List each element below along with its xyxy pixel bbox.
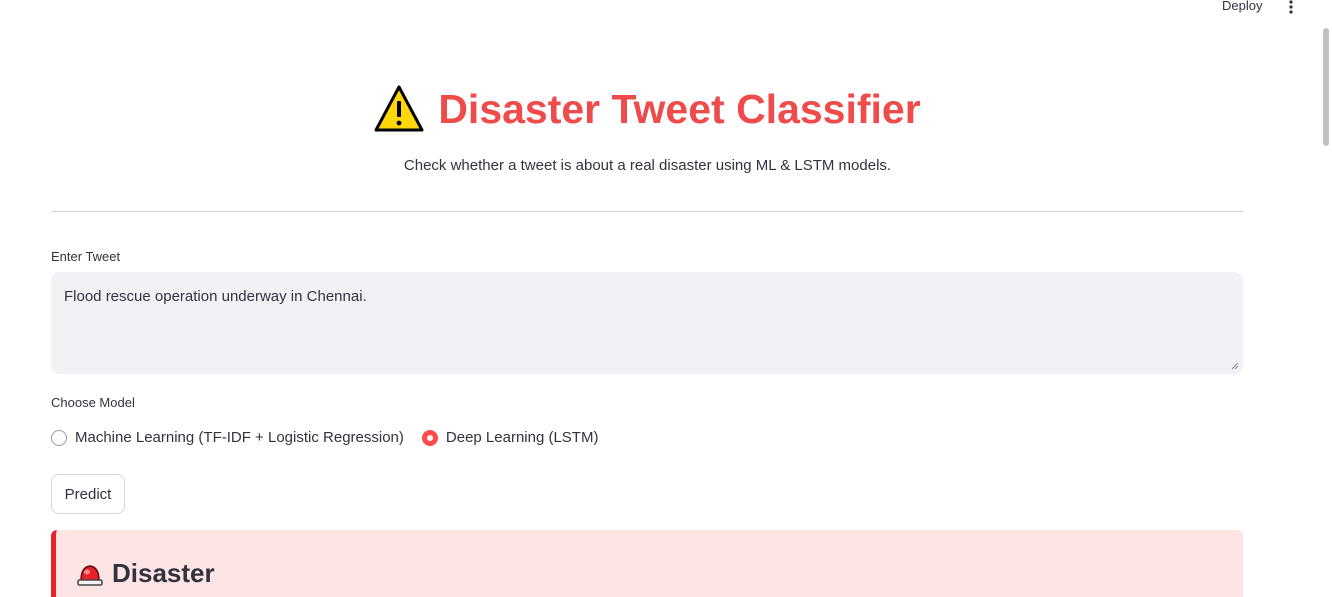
tweet-input-label: Enter Tweet: [51, 249, 121, 264]
radio-button-ml[interactable]: [51, 429, 67, 446]
resize-grip-icon[interactable]: [1231, 362, 1239, 370]
tweet-text: Flood rescue operation underway in Chenn…: [64, 288, 367, 305]
siren-icon: [77, 564, 103, 586]
page-header: Disaster Tweet Classifier: [0, 84, 1295, 139]
radio-option-lstm[interactable]: Deep Learning (LSTM): [421, 429, 599, 446]
result-alert: Disaster: [51, 530, 1243, 597]
radio-label-ml: Machine Learning (TF-IDF + Logistic Regr…: [75, 429, 404, 446]
result-label: Disaster: [112, 558, 215, 588]
warning-icon: [374, 85, 424, 132]
model-radio-group: Machine Learning (TF-IDF + Logistic Regr…: [51, 429, 598, 446]
result-heading: Disaster: [76, 558, 215, 589]
page-scrollbar[interactable]: [1320, 0, 1332, 597]
divider: [51, 211, 1243, 212]
radio-option-ml[interactable]: Machine Learning (TF-IDF + Logistic Regr…: [51, 429, 404, 446]
radio-button-lstm[interactable]: [421, 429, 438, 446]
deploy-button[interactable]: Deploy: [1222, 0, 1262, 13]
page-subtitle: Check whether a tweet is about a real di…: [403, 157, 892, 174]
scrollbar-thumb[interactable]: [1323, 28, 1329, 146]
app-page: Deploy Disaster Tweet Classifier Check w…: [0, 0, 1332, 597]
radio-label-lstm: Deep Learning (LSTM): [445, 429, 599, 446]
tweet-textarea[interactable]: Flood rescue operation underway in Chenn…: [51, 272, 1243, 374]
model-choice-label: Choose Model: [51, 395, 135, 410]
title-row: Disaster Tweet Classifier: [374, 84, 921, 134]
more-vertical-icon[interactable]: [1286, 0, 1296, 14]
predict-button[interactable]: Predict: [51, 474, 125, 514]
page-title: Disaster Tweet Classifier: [438, 85, 921, 132]
